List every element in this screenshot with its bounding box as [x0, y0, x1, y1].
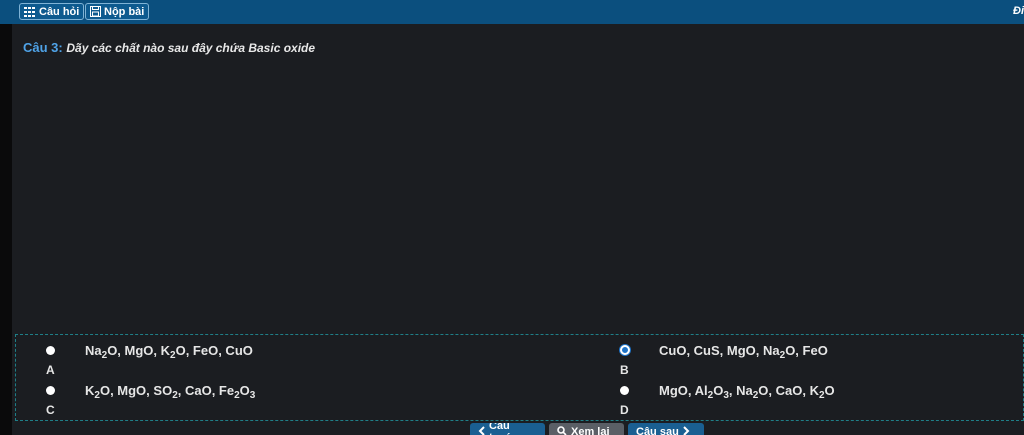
option-c-letter: C	[46, 403, 55, 417]
top-bar: Câu hỏi Nộp bài Đi	[0, 0, 1024, 24]
chevron-left-icon	[478, 425, 485, 435]
grid-icon	[24, 6, 36, 17]
top-right-text: Đi	[1013, 5, 1024, 17]
option-d-letter: D	[620, 403, 629, 417]
review-label: Xem lại	[571, 426, 610, 435]
question-number: Câu 3:	[23, 40, 63, 55]
prev-question-button[interactable]: Câu trước	[470, 423, 545, 435]
option-a-text: Na2O, MgO, K2O, FeO, CuO	[85, 343, 253, 361]
review-button[interactable]: Xem lại	[549, 423, 624, 435]
option-b-radio[interactable]	[620, 345, 630, 355]
questions-button[interactable]: Câu hỏi	[19, 3, 85, 20]
questions-button-label: Câu hỏi	[39, 5, 80, 18]
search-icon	[557, 425, 567, 435]
option-b[interactable]	[620, 345, 630, 355]
option-d[interactable]	[620, 386, 629, 395]
option-b-letter: B	[620, 363, 629, 377]
option-c[interactable]	[46, 386, 55, 395]
option-d-radio[interactable]	[620, 386, 629, 395]
chevron-right-icon	[683, 425, 690, 435]
submit-button-label: Nộp bài	[104, 5, 145, 18]
save-icon	[90, 6, 101, 17]
answer-options: Na2O, MgO, K2O, FeO, CuO A CuO, CuS, MgO…	[15, 334, 1024, 421]
next-question-label: Câu sau	[636, 426, 679, 435]
option-a[interactable]	[46, 346, 55, 355]
option-c-text: K2O, MgO, SO2, CaO, Fe2O3	[85, 383, 256, 401]
left-strip	[0, 24, 12, 435]
question-heading: Câu 3: Dãy các chất nào sau đây chứa Bas…	[23, 40, 315, 55]
submit-button[interactable]: Nộp bài	[85, 3, 150, 20]
question-text: Dãy các chất nào sau đây chứa Basic oxid…	[66, 41, 316, 55]
option-d-text: MgO, Al2O3, Na2O, CaO, K2O	[659, 383, 835, 401]
option-b-text: CuO, CuS, MgO, Na2O, FeO	[659, 343, 828, 361]
option-a-letter: A	[46, 363, 55, 377]
next-question-button[interactable]: Câu sau	[628, 423, 704, 435]
option-a-radio[interactable]	[46, 346, 55, 355]
prev-question-label: Câu trước	[489, 423, 519, 435]
option-c-radio[interactable]	[46, 386, 55, 395]
